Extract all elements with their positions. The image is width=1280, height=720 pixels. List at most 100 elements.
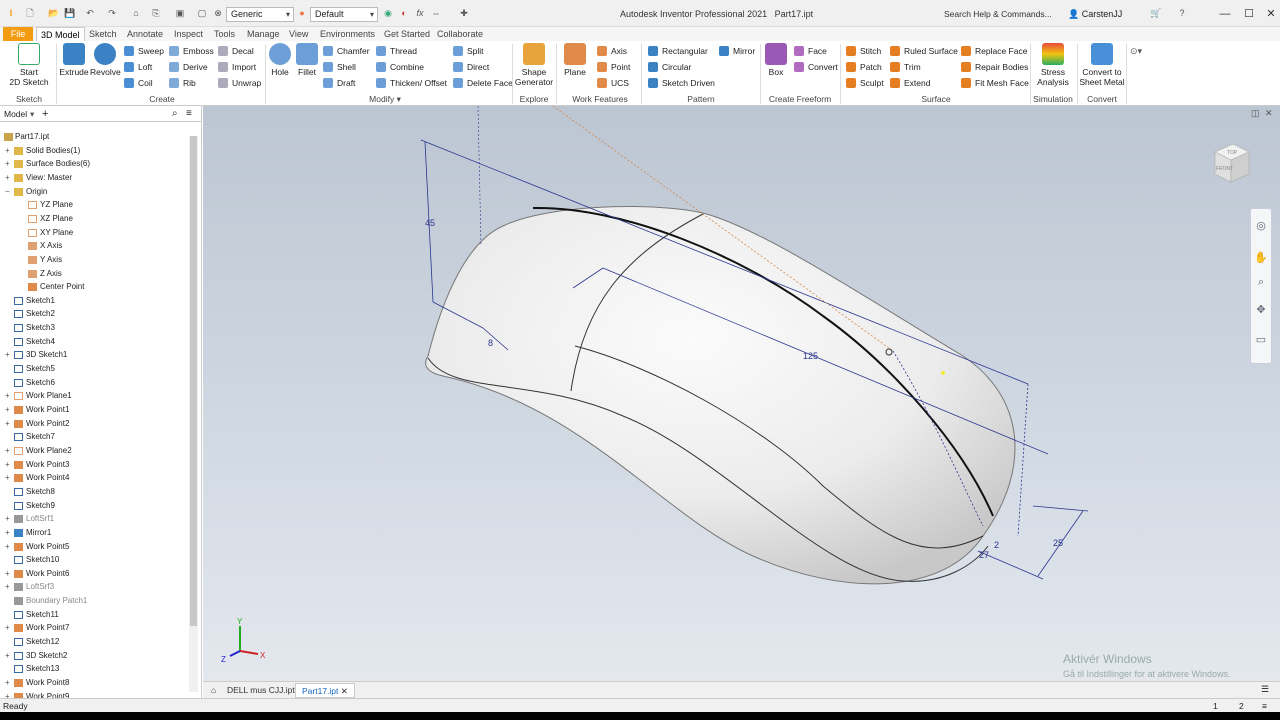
expand-icon[interactable]: + (5, 458, 10, 471)
expand-icon[interactable]: + (5, 348, 10, 361)
home-icon[interactable]: ⌂ (130, 8, 142, 19)
circular-pattern-button[interactable]: Circular (648, 60, 691, 74)
dropdown-icon[interactable]: ▾ (30, 106, 34, 122)
tab-manage[interactable]: Manage (243, 27, 284, 41)
plane-button[interactable]: Plane (561, 43, 589, 77)
menu-icon[interactable]: ≡ (186, 106, 192, 122)
home-tab-icon[interactable]: ⌂ (205, 683, 222, 698)
update-icon[interactable]: ▣ (174, 8, 186, 19)
scroll-thumb[interactable] (190, 136, 197, 626)
tab-sketch[interactable]: Sketch (85, 27, 121, 41)
direct-button[interactable]: Direct (453, 60, 489, 74)
expand-icon[interactable]: + (5, 471, 10, 484)
derive-button[interactable]: Derive (169, 60, 208, 74)
browser-tab-model[interactable]: Model (4, 109, 27, 119)
model-canvas[interactable]: 45 8 125 25 2 27 Y X Z (203, 106, 1280, 681)
face-button[interactable]: Face (794, 44, 827, 58)
convert-button[interactable]: Convert (794, 60, 838, 74)
tab-annotate[interactable]: Annotate (123, 27, 167, 41)
point-button[interactable]: Point (597, 60, 630, 74)
convert-sheet-metal-button[interactable]: Convert to Sheet Metal (1079, 43, 1125, 87)
close-view-icon[interactable]: ✕ (1265, 108, 1273, 119)
user-account[interactable]: 👤 CarstenJJ (1068, 9, 1122, 20)
extend-button[interactable]: Extend (890, 76, 930, 90)
save-icon[interactable]: 💾 (64, 8, 76, 19)
expand-icon[interactable]: + (5, 676, 10, 689)
fx-icon[interactable]: fx (414, 8, 426, 19)
start-2d-sketch-button[interactable]: Start 2D Sketch (8, 43, 50, 87)
draft-button[interactable]: Draft (323, 76, 355, 90)
stress-analysis-button[interactable]: Stress Analysis (1033, 43, 1073, 87)
tab-inspect[interactable]: Inspect (170, 27, 207, 41)
revolve-button[interactable]: Revolve (90, 43, 121, 77)
close-button[interactable]: ✕ (1264, 7, 1278, 21)
tab-tools[interactable]: Tools (210, 27, 239, 41)
extrude-button[interactable]: Extrude (59, 43, 89, 77)
close-tab-icon[interactable]: ✕ (341, 686, 348, 696)
chamfer-button[interactable]: Chamfer (323, 44, 370, 58)
appearance-dropdown[interactable]: Default (310, 7, 378, 22)
thread-button[interactable]: Thread (376, 44, 417, 58)
maximize-button[interactable]: ☐ (1242, 7, 1256, 21)
open-icon[interactable]: 📂 (48, 8, 60, 19)
axis-button[interactable]: Axis (597, 44, 627, 58)
status-menu-icon[interactable]: ≡ (1262, 699, 1267, 713)
delete-face-button[interactable]: Delete Face (453, 76, 513, 90)
tab-environments[interactable]: Environments (316, 27, 379, 41)
zoom-icon[interactable]: ⌕ (1254, 275, 1268, 289)
hole-button[interactable]: Hole (268, 43, 292, 77)
restore-view-icon[interactable]: ◫ (1251, 108, 1260, 119)
expand-icon[interactable]: + (5, 621, 10, 634)
help-icon[interactable]: ? (1176, 8, 1188, 19)
tab-menu-icon[interactable]: ☰ (1261, 684, 1269, 695)
pan-icon[interactable]: ✋ (1254, 251, 1268, 265)
expand-icon[interactable]: + (5, 171, 10, 184)
shell-button[interactable]: Shell (323, 60, 356, 74)
select-icon[interactable]: ▢ (196, 8, 208, 19)
stitch-button[interactable]: Stitch (846, 44, 881, 58)
coil-button[interactable]: Coil (124, 76, 153, 90)
expand-icon[interactable]: + (5, 144, 10, 157)
expand-icon[interactable]: + (5, 417, 10, 430)
patch-button[interactable]: Patch (846, 60, 882, 74)
expand-icon[interactable]: + (5, 389, 10, 402)
search-icon[interactable]: ⌕ (172, 106, 178, 122)
orbit-icon[interactable]: ✥ (1254, 303, 1268, 317)
redo-icon[interactable]: ↷ (106, 8, 118, 19)
expand-icon[interactable]: + (5, 157, 10, 170)
emboss-button[interactable]: Emboss (169, 44, 214, 58)
inventor-logo-icon[interactable]: I (5, 8, 17, 19)
material-dropdown[interactable]: Generic (226, 7, 294, 22)
search-input[interactable]: Search Help & Commands... (940, 8, 1062, 23)
replace-face-button[interactable]: Replace Face (961, 44, 1027, 58)
thicken-offset-button[interactable]: Thicken/ Offset (376, 76, 447, 90)
fillet-button[interactable]: Fillet (294, 43, 320, 77)
expand-icon[interactable]: + (5, 403, 10, 416)
rib-button[interactable]: Rib (169, 76, 196, 90)
browser-scrollbar[interactable] (189, 136, 198, 692)
doc-tab-dell-mus[interactable]: DELL mus CJJ.ipt (221, 683, 301, 698)
unwrap-button[interactable]: Unwrap (218, 76, 261, 90)
tab-file[interactable]: File (3, 27, 33, 41)
split-button[interactable]: Split (453, 44, 484, 58)
look-at-icon[interactable]: ▭ (1254, 333, 1268, 347)
steering-wheel-icon[interactable]: ◎ (1254, 219, 1268, 233)
sculpt-button[interactable]: Sculpt (846, 76, 884, 90)
new-icon[interactable]: 🗋 (24, 8, 36, 19)
combine-button[interactable]: Combine (376, 60, 424, 74)
expand-icon[interactable]: + (5, 567, 10, 580)
adjust-icon[interactable]: ◐ (398, 8, 410, 19)
import-button[interactable]: Import (218, 60, 256, 74)
graphics-window[interactable]: 45 8 125 25 2 27 Y X Z ◫ ✕ (203, 106, 1280, 681)
tab-collaborate[interactable]: Collaborate (433, 27, 487, 41)
sweep-button[interactable]: Sweep (124, 44, 164, 58)
shape-generator-button[interactable]: Shape Generator (514, 43, 554, 87)
doc-tab-part17[interactable]: Part17.ipt ✕ (295, 683, 355, 698)
expand-icon[interactable]: + (5, 580, 10, 593)
tab-3d-model[interactable]: 3D Model (36, 27, 85, 41)
undo-icon[interactable]: ↶ (84, 8, 96, 19)
viewcube[interactable]: TOP FRONT (1205, 138, 1255, 188)
panel-title-modify[interactable]: Modify ▾ (360, 94, 410, 105)
add-browser-tab-icon[interactable]: + (42, 106, 48, 122)
measure-icon[interactable]: ⇔ (430, 8, 442, 19)
